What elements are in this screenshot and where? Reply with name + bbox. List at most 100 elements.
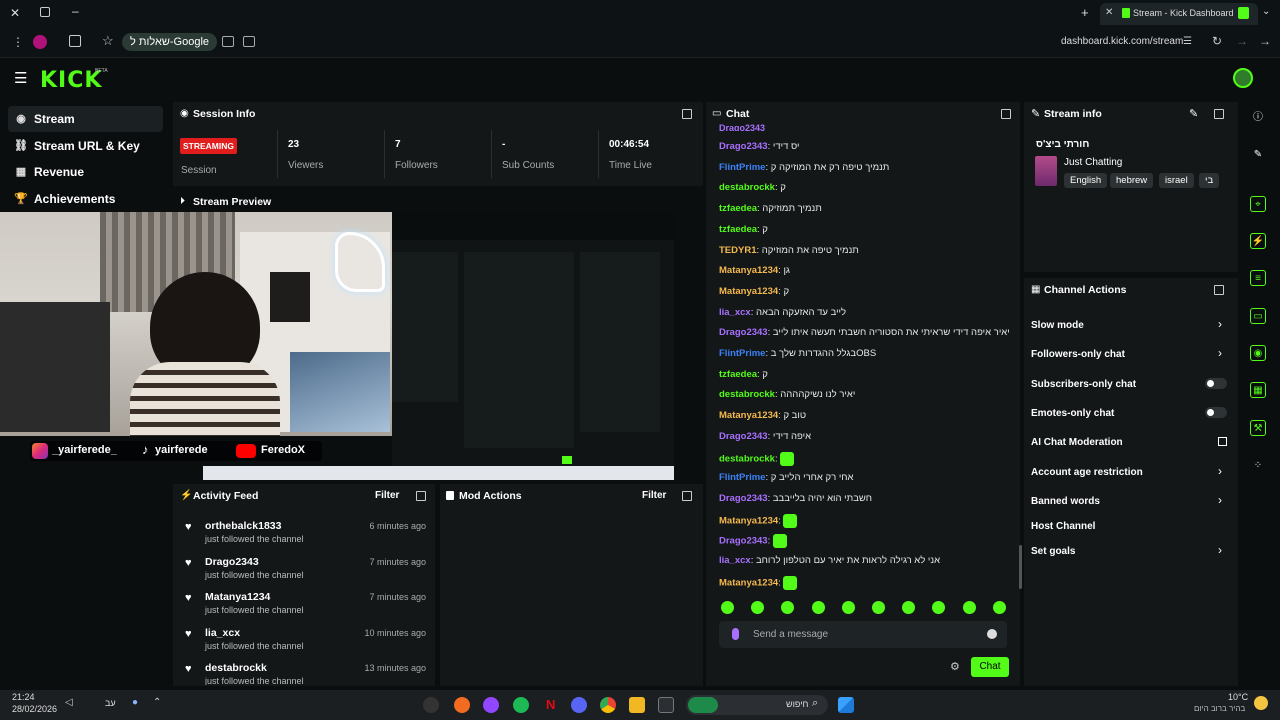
emotes-only-item[interactable]: Emotes-only chat	[1031, 408, 1114, 419]
emote-shortcut-icon[interactable]	[841, 601, 855, 614]
list-icon[interactable]: ≡	[1250, 270, 1266, 286]
sidebar-item-achievements[interactable]: 🏆 Achievements	[8, 186, 163, 212]
wrench-icon[interactable]: ⚒	[1250, 420, 1266, 436]
sidebar-item-stream-url[interactable]: ⛓ Stream URL & Key	[8, 133, 163, 159]
chat-username[interactable]: destabrockk	[719, 453, 775, 464]
chat-username[interactable]: FlintPrime	[719, 162, 765, 173]
chat-username[interactable]: Drago2343	[719, 431, 768, 442]
expand-icon[interactable]	[416, 491, 426, 501]
kick-extension-icon[interactable]	[1238, 7, 1249, 19]
chat-username[interactable]: destabrockk	[719, 182, 775, 193]
back-icon[interactable]: →	[1259, 34, 1271, 48]
chat-username[interactable]: tzfaedea	[719, 369, 757, 380]
language-indicator[interactable]: עב	[105, 698, 116, 708]
podcasts-icon[interactable]	[483, 697, 499, 713]
spotify-icon[interactable]	[513, 697, 529, 713]
expand-icon[interactable]	[1214, 285, 1224, 295]
file-explorer-icon[interactable]	[629, 697, 645, 713]
forward-icon[interactable]: →	[1236, 34, 1248, 48]
task-view-icon[interactable]	[658, 697, 674, 713]
clock-date[interactable]: 28/02/2026	[12, 704, 57, 714]
set-goals-item[interactable]: Set goals	[1031, 546, 1075, 557]
new-tab-icon[interactable]: +	[1081, 5, 1089, 20]
chat-username[interactable]: Drago2343	[719, 141, 768, 152]
chat-username[interactable]: FlintPrime	[719, 472, 765, 483]
broadcast-icon[interactable]: ◉	[1250, 345, 1266, 361]
restore-window-icon[interactable]	[40, 7, 50, 17]
account-age-item[interactable]: Account age restriction	[1031, 467, 1143, 478]
emote-shortcut-icon[interactable]	[811, 601, 825, 614]
windows-start-icon[interactable]	[838, 697, 854, 713]
chat-username[interactable]: destabrockk	[719, 389, 775, 400]
menu-dots-icon[interactable]: ⋮	[12, 35, 24, 49]
tray-chevron-icon[interactable]: ⌃	[153, 697, 161, 708]
chrome-icon[interactable]	[600, 697, 616, 713]
banned-words-item[interactable]: Banned words	[1031, 496, 1100, 507]
tag[interactable]: בי	[1199, 173, 1220, 188]
chevron-right-icon[interactable]: ›	[1218, 464, 1222, 478]
site-settings-icon[interactable]: ☰	[1183, 36, 1192, 47]
chat-username[interactable]: Matanya1234	[719, 286, 778, 297]
chevron-right-icon[interactable]: ›	[1218, 346, 1222, 360]
extensions-icon[interactable]	[69, 35, 81, 47]
chat-username[interactable]: Matanya1234	[719, 410, 778, 421]
emoji-icon[interactable]	[987, 629, 997, 639]
profile-avatar-icon[interactable]	[33, 35, 47, 49]
tab-close-icon[interactable]: ✕	[1105, 7, 1113, 18]
pen-icon[interactable]: ✎	[1250, 147, 1266, 163]
chevron-right-icon[interactable]: ›	[1218, 493, 1222, 507]
chat-username[interactable]: FlintPrime	[719, 348, 765, 359]
discord-icon[interactable]	[571, 697, 587, 713]
chat-username[interactable]: Matanya1234	[719, 515, 778, 526]
screenshot-icon[interactable]	[243, 36, 255, 47]
netflix-icon[interactable]: N	[546, 697, 555, 712]
chat-input[interactable]: Send a message	[719, 621, 1007, 648]
mic-icon[interactable]: ●	[132, 697, 138, 708]
tag[interactable]: hebrew	[1110, 173, 1154, 188]
host-channel-item[interactable]: Host Channel	[1031, 521, 1095, 532]
microphone-icon[interactable]	[732, 628, 739, 640]
tag[interactable]: israel	[1159, 173, 1194, 188]
emote-shortcut-icon[interactable]	[962, 601, 976, 614]
google-chip[interactable]: שאלות ל-Google	[122, 33, 218, 51]
chat-icon[interactable]: ▭	[1250, 308, 1266, 324]
address-bar[interactable]: dashboard.kick.com/stream	[1061, 36, 1183, 47]
external-link-icon[interactable]	[1218, 437, 1227, 446]
minimize-window-icon[interactable]: –	[72, 4, 79, 18]
slow-mode-item[interactable]: Slow mode	[1031, 320, 1084, 331]
chat-username[interactable]: lia_xcx	[719, 307, 751, 318]
reload-icon[interactable]: ↻	[1212, 34, 1222, 48]
chevron-right-icon[interactable]: ›	[1218, 543, 1222, 557]
category-name[interactable]: Just Chatting	[1064, 157, 1122, 168]
focus-icon[interactable]: ⌖	[1250, 196, 1266, 212]
chat-settings-icon[interactable]: ⚙	[950, 660, 960, 673]
customize-icon[interactable]: ⁘	[1250, 458, 1266, 474]
brave-icon[interactable]	[454, 697, 470, 713]
edit-icon[interactable]: ✎	[1189, 107, 1198, 120]
chat-username[interactable]: Matanya1234	[719, 577, 778, 588]
chat-username[interactable]: Matanya1234	[719, 265, 778, 276]
user-avatar[interactable]	[1233, 68, 1253, 88]
volume-icon[interactable]: ◁	[65, 697, 73, 708]
chat-send-button[interactable]: Chat	[971, 657, 1009, 677]
clock-time[interactable]: 21:24	[12, 692, 35, 702]
bolt-icon[interactable]: ⚡	[1250, 233, 1266, 249]
expand-icon[interactable]	[682, 491, 692, 501]
followers-only-item[interactable]: Followers-only chat	[1031, 349, 1125, 360]
activity-filter-button[interactable]: Filter	[375, 490, 399, 501]
bookmark-star-icon[interactable]: ☆	[102, 33, 114, 49]
chat-username[interactable]: Drago2343	[719, 327, 768, 338]
taskbar-search[interactable]: חיפוש ⌕	[686, 695, 828, 715]
expand-icon[interactable]	[682, 109, 692, 119]
emote-shortcut-icon[interactable]	[992, 601, 1006, 614]
sidebar-item-stream[interactable]: ◉ Stream	[8, 106, 163, 132]
close-window-icon[interactable]: ✕	[10, 6, 20, 20]
emote-shortcut-icon[interactable]	[872, 601, 885, 614]
active-tab[interactable]: ✕ Stream - Kick Dashboard	[1100, 3, 1258, 25]
weather-temp[interactable]: 10°C	[1228, 692, 1248, 702]
chat-username[interactable]: Drago2343	[719, 493, 768, 504]
ai-moderation-item[interactable]: AI Chat Moderation	[1031, 437, 1123, 448]
chat-username[interactable]: tzfaedea	[719, 224, 757, 235]
hamburger-menu-icon[interactable]: ☰	[14, 69, 27, 87]
translate-icon[interactable]	[222, 36, 234, 47]
